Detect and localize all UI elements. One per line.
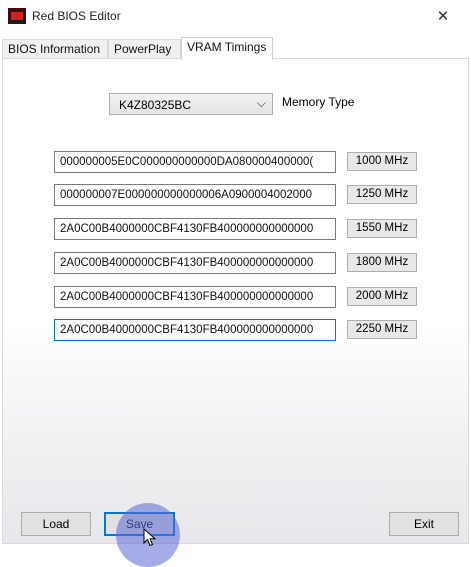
close-button[interactable]: ✕ xyxy=(423,4,463,30)
tab-bios-information[interactable]: BIOS Information xyxy=(2,39,108,59)
frequency-label: 2000 MHz xyxy=(347,287,417,306)
tab-powerplay[interactable]: PowerPlay xyxy=(108,39,181,59)
chevron-down-icon: ⌵ xyxy=(256,96,266,110)
memory-type-value: K4Z80325BC xyxy=(119,98,192,112)
timing-strap-input[interactable]: 000000007E000000000000006A0900004002000 xyxy=(54,184,336,206)
exit-button[interactable]: Exit xyxy=(389,512,459,536)
memory-type-label: Memory Type xyxy=(282,95,355,109)
timing-strap-input[interactable]: 2A0C00B4000000CBF4130FB400000000000000 xyxy=(54,319,336,341)
timing-row: 2A0C00B4000000CBF4130FB400000000000000 2… xyxy=(3,319,468,343)
timing-strap-input[interactable]: 000000005E0C000000000000DA080000400000( xyxy=(54,151,336,173)
frequency-label: 1550 MHz xyxy=(347,219,417,238)
window-title: Red BIOS Editor xyxy=(32,9,121,23)
timing-strap-input[interactable]: 2A0C00B4000000CBF4130FB400000000000000 xyxy=(54,252,336,274)
timing-strap-input[interactable]: 2A0C00B4000000CBF4130FB400000000000000 xyxy=(54,286,336,308)
load-button[interactable]: Load xyxy=(21,512,91,536)
tab-strip: BIOS Information PowerPlay VRAM Timings xyxy=(0,37,471,60)
tab-vram-timings[interactable]: VRAM Timings xyxy=(181,37,273,60)
frequency-label: 1250 MHz xyxy=(347,185,417,204)
memory-type-select[interactable]: K4Z80325BC ⌵ xyxy=(109,93,273,115)
timing-row: 000000007E000000000000006A0900004002000 … xyxy=(3,184,468,208)
save-button[interactable]: Save xyxy=(104,512,175,536)
timing-strap-input[interactable]: 2A0C00B4000000CBF4130FB400000000000000 xyxy=(54,218,336,240)
frequency-label: 1000 MHz xyxy=(347,152,417,171)
frequency-label: 1800 MHz xyxy=(347,253,417,272)
frequency-label: 2250 MHz xyxy=(347,320,417,339)
timing-row: 2A0C00B4000000CBF4130FB400000000000000 2… xyxy=(3,286,468,310)
title-bar: Red BIOS Editor ✕ xyxy=(0,0,471,34)
timing-row: 2A0C00B4000000CBF4130FB400000000000000 1… xyxy=(3,252,468,276)
app-icon xyxy=(8,8,26,24)
vram-timings-panel: K4Z80325BC ⌵ Memory Type 000000005E0C000… xyxy=(2,58,469,544)
timing-row: 000000005E0C000000000000DA080000400000( … xyxy=(3,151,468,175)
timing-row: 2A0C00B4000000CBF4130FB400000000000000 1… xyxy=(3,218,468,242)
